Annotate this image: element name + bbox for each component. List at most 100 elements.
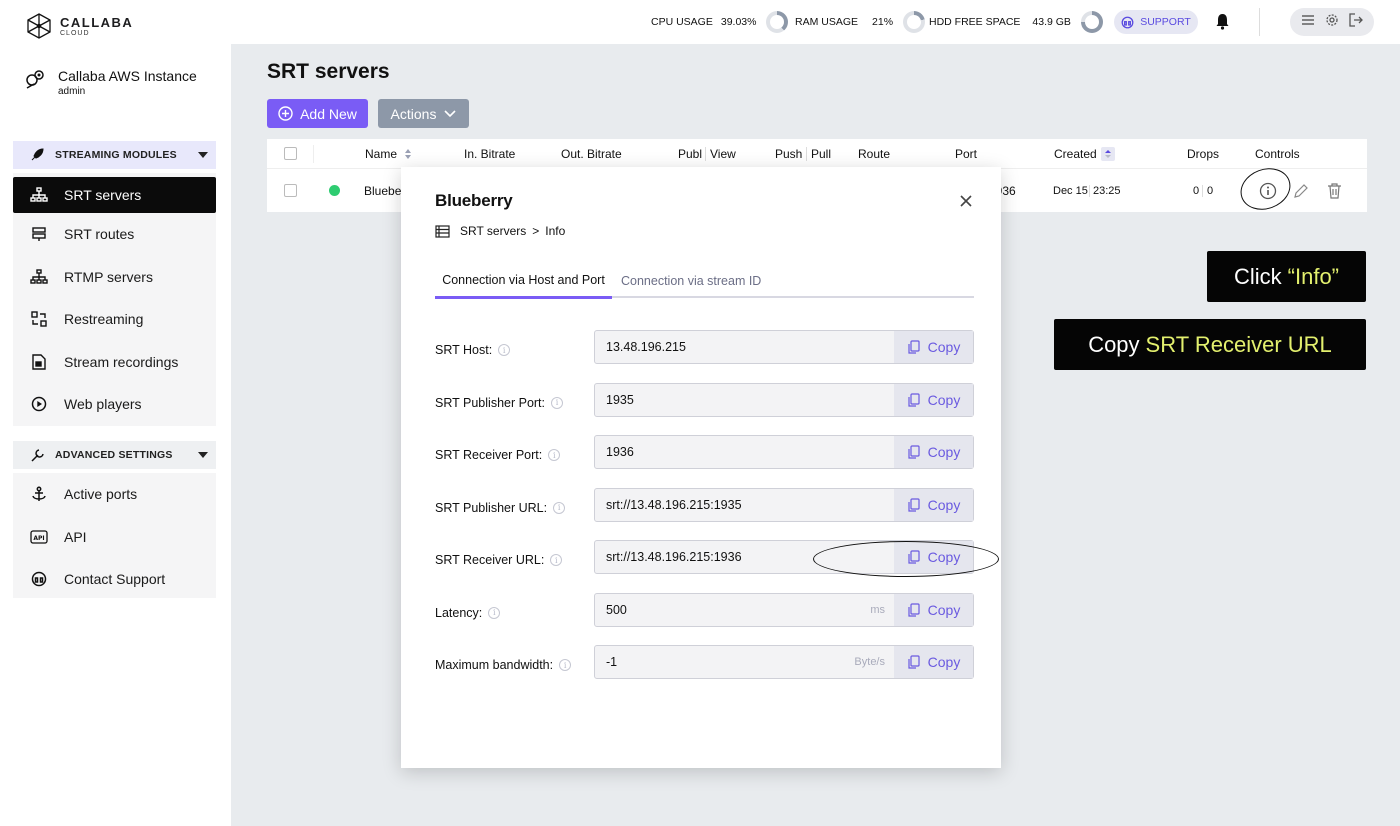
column-view: View (710, 146, 736, 161)
close-icon (960, 195, 972, 207)
field-row: SRT Host: i 13.48.196.215 Copy (435, 330, 975, 364)
copy-button[interactable]: Copy (894, 646, 973, 678)
top-bar: CPU USAGE 39.03% RAM USAGE 21% HDD FREE … (231, 0, 1400, 44)
copy-icon (908, 602, 920, 617)
sidebar-item-srt-servers[interactable]: SRT servers (13, 177, 216, 213)
copy-label: Copy (927, 339, 961, 355)
column-route: Route (858, 146, 891, 161)
sidebar-item-api[interactable]: API API (13, 516, 216, 559)
sort-icon (1100, 146, 1115, 161)
edit-button[interactable] (1293, 169, 1309, 212)
column-port: Port (955, 146, 978, 161)
sidebar-item-label: Restreaming (64, 311, 144, 328)
actions-dropdown[interactable]: Actions (378, 99, 469, 128)
select-all-checkbox[interactable] (284, 147, 297, 160)
sidebar-item-rtmp-servers[interactable]: RTMP servers (13, 256, 216, 299)
tab-host-and-port[interactable]: Connection via Host and Port (435, 264, 612, 299)
info-icon[interactable]: i (551, 396, 564, 409)
page-title: SRT servers (267, 60, 390, 83)
copy-button[interactable]: Copy (894, 593, 973, 626)
copy-icon (908, 392, 920, 407)
tab-stream-id[interactable]: Connection via stream ID (621, 264, 761, 298)
column-out-bitrate: Out. Bitrate (561, 146, 622, 161)
sidebar-item-active-ports[interactable]: Active ports (13, 473, 216, 516)
support-button[interactable]: SUPPORT (1114, 10, 1198, 34)
sidebar-item-srt-routes[interactable]: SRT routes (13, 213, 216, 256)
field-input[interactable]: 13.48.196.215 Copy (594, 330, 974, 364)
highlight-ellipse-copy (813, 541, 999, 577)
info-icon[interactable]: i (553, 501, 566, 514)
sidebar-item-stream-recordings[interactable]: Stream recordings (13, 341, 216, 384)
column-name[interactable]: Name (365, 139, 413, 168)
sidebar-item-contact-support[interactable]: Contact Support (13, 558, 216, 601)
column-created[interactable]: Created (1054, 139, 1115, 168)
sidebar: CALLABA CLOUD Callaba AWS Instance admin… (0, 0, 231, 826)
streaming-nav: SRT servers SRT routes RTMP servers Rest… (13, 173, 216, 426)
delete-button[interactable] (1327, 169, 1342, 212)
ram-value: 21% (872, 16, 894, 28)
info-icon[interactable]: i (498, 344, 511, 356)
breadcrumb: SRT servers > Info (435, 224, 565, 238)
rocket-icon (29, 147, 45, 163)
callout-click-highlight: “Info” (1287, 263, 1340, 289)
streaming-modules-header[interactable]: STREAMING MODULES (13, 141, 216, 169)
svg-text:API: API (33, 535, 44, 542)
breadcrumb-parent[interactable]: SRT servers (460, 224, 526, 238)
chevron-down-icon (198, 152, 208, 158)
notifications-bell-icon[interactable] (1215, 13, 1230, 35)
field-label-wrap: Maximum bandwidth: i (435, 648, 572, 682)
sidebar-item-label: Contact Support (64, 571, 166, 588)
copy-button[interactable]: Copy (894, 488, 973, 521)
copy-button[interactable]: Copy (894, 383, 973, 416)
sidebar-item-web-players[interactable]: Web players (13, 383, 216, 426)
field-input[interactable]: 500 ms Copy (594, 592, 974, 627)
row-created-time: 23:25 (1093, 184, 1121, 197)
field-input[interactable]: srt://13.48.196.215:1935 Copy (594, 487, 974, 522)
field-label-wrap: SRT Host: i (435, 333, 511, 367)
pencil-icon (1294, 183, 1308, 198)
column-publ: Publ (678, 146, 703, 161)
copy-icon (908, 655, 920, 669)
divider (705, 147, 706, 161)
anchor-icon (30, 485, 48, 503)
chevron-down-icon (444, 109, 457, 117)
info-icon[interactable]: i (550, 554, 563, 566)
advanced-settings-header[interactable]: ADVANCED SETTINGS (13, 441, 216, 469)
divider (1089, 185, 1090, 197)
table-header: Name In. Bitrate Out. Bitrate Publ View … (267, 139, 1367, 169)
column-created-label: Created (1054, 146, 1097, 161)
row-name[interactable]: Bluebe (364, 169, 401, 212)
gear-icon[interactable] (1325, 13, 1339, 32)
row-drops-b: 0 (1207, 184, 1214, 197)
add-new-button[interactable]: Add New (267, 99, 368, 128)
info-icon[interactable]: i (559, 659, 572, 671)
info-icon[interactable]: i (488, 606, 501, 619)
status-online-dot (329, 185, 340, 196)
field-row: SRT Receiver Port: i 1936 Copy (435, 435, 975, 469)
route-icon (30, 225, 48, 243)
copy-label: Copy (927, 444, 961, 460)
brand-logo[interactable]: CALLABA CLOUD (26, 12, 133, 40)
field-input[interactable]: 1936 Copy (594, 435, 974, 469)
field-input[interactable]: 1935 Copy (594, 382, 974, 417)
field-input[interactable]: -1 Byte/s Copy (594, 645, 974, 679)
play-circle-icon (30, 395, 48, 413)
headset-icon (1121, 16, 1134, 28)
sidebar-item-label: Stream recordings (64, 353, 179, 370)
connection-tabs: Connection via Host and Port Connection … (435, 264, 974, 299)
hdd-value: 43.9 GB (1032, 16, 1071, 28)
row-checkbox[interactable] (284, 184, 297, 197)
close-button[interactable] (958, 193, 974, 209)
field-row: SRT Publisher Port: i 1935 Copy (435, 382, 975, 417)
field-label-wrap: SRT Receiver Port: i (435, 438, 561, 472)
copy-button[interactable]: Copy (894, 331, 973, 363)
menu-icon[interactable] (1301, 13, 1315, 31)
logout-icon[interactable] (1349, 12, 1363, 32)
sidebar-item-restreaming[interactable]: Restreaming (13, 298, 216, 341)
info-icon[interactable]: i (548, 449, 561, 461)
copy-button[interactable]: Copy (894, 436, 973, 468)
divider (806, 147, 807, 161)
hdd-label: HDD FREE SPACE (929, 16, 1021, 28)
ram-label: RAM USAGE (795, 16, 859, 28)
copy-label: Copy (927, 601, 961, 618)
